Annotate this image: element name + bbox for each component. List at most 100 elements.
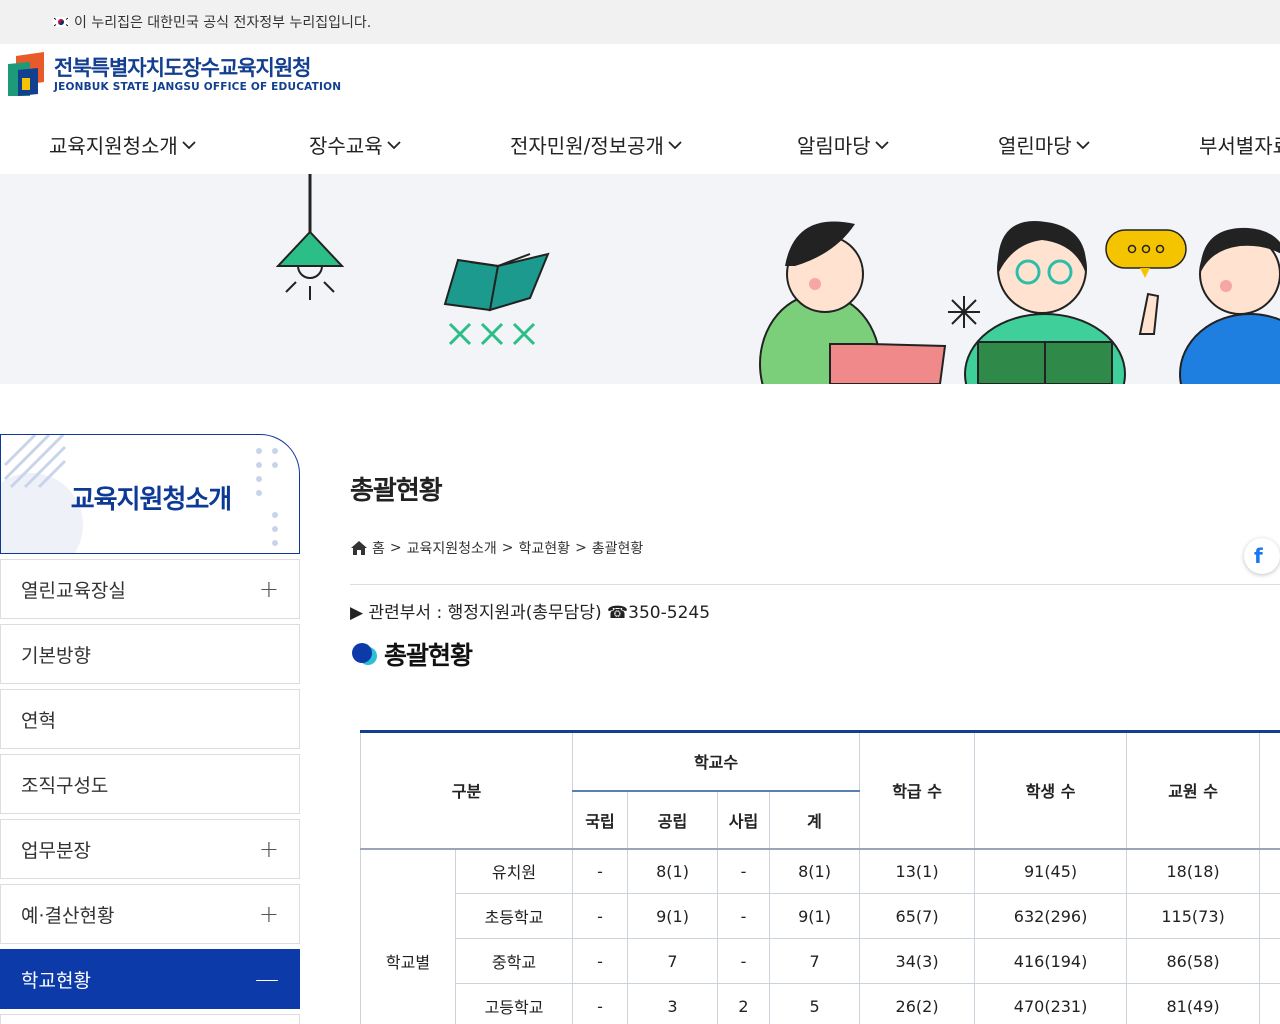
side-nav-header: 교육지원청소개 bbox=[0, 434, 300, 554]
cell-total: 5 bbox=[769, 983, 861, 1024]
cell-type: 초등학교 bbox=[454, 893, 574, 939]
cell-national: - bbox=[572, 938, 629, 984]
table-row: 고등학교 - 3 2 5 26(2) 470(231) 81(49) bbox=[361, 983, 1280, 1024]
gnb-label: 장수교육 bbox=[309, 134, 383, 158]
gnb-item-dept[interactable]: 부서별자료 bbox=[1199, 130, 1280, 159]
cell-national: - bbox=[572, 893, 629, 939]
group-label: 학교별 bbox=[360, 847, 456, 1024]
main-content: 총괄현황 홈 > 교육지원청소개 > 학교현황 > 총괄현황 f ▶ 관련부서 … bbox=[350, 470, 1280, 670]
cell-students: 91(45) bbox=[974, 847, 1128, 894]
side-nav-item-label: 학교현황 bbox=[21, 969, 91, 992]
side-nav-item-label: 업무분장 bbox=[21, 839, 91, 862]
plus-icon: + bbox=[258, 900, 279, 928]
facebook-icon: f bbox=[1254, 544, 1263, 568]
cell-teachers: 115(73) bbox=[1126, 893, 1261, 939]
cell-national: - bbox=[572, 983, 629, 1024]
side-nav-item-duties[interactable]: 업무분장 + bbox=[0, 819, 300, 879]
cell-private: - bbox=[717, 847, 771, 894]
side-nav-item-budget[interactable]: 예·결산현황 + bbox=[0, 884, 300, 944]
gnb-label: 부서별자료 bbox=[1199, 134, 1280, 158]
cell-type: 고등학교 bbox=[454, 983, 574, 1024]
korea-flag-icon bbox=[52, 16, 70, 28]
cell-total: 9(1) bbox=[769, 893, 861, 939]
gnb-label: 전자민원/정보공개 bbox=[510, 134, 664, 158]
plus-icon: + bbox=[258, 575, 279, 603]
header-extra bbox=[1259, 730, 1280, 849]
breadcrumb-level1[interactable]: 교육지원청소개 bbox=[407, 538, 497, 558]
cell-private: - bbox=[717, 893, 771, 939]
side-nav-title: 교육지원청소개 bbox=[70, 485, 232, 515]
cell-national: - bbox=[572, 847, 629, 894]
cell-public: 7 bbox=[627, 938, 719, 984]
header-total: 계 bbox=[769, 789, 861, 849]
main-navigation: 교육지원청소개 장수교육 전자민원/정보공개 알림마당 열린마당 부서별자료 bbox=[0, 118, 1280, 174]
side-nav-item-label: 열린교육장실 bbox=[21, 579, 126, 602]
gnb-item-intro[interactable]: 교육지원청소개 bbox=[49, 130, 196, 159]
related-department: ▶ 관련부서 : 행정지원과(총무담당) ☎350-5245 bbox=[350, 603, 711, 623]
facebook-share-button[interactable]: f bbox=[1244, 538, 1280, 574]
side-nav-item-direction[interactable]: 기본방향 bbox=[0, 624, 300, 684]
cell-private: 2 bbox=[717, 983, 771, 1024]
cell-students: 416(194) bbox=[974, 938, 1128, 984]
cell-teachers: 81(49) bbox=[1126, 983, 1261, 1024]
gnb-label: 교육지원청소개 bbox=[49, 134, 178, 158]
table-row: 학교별 유치원 - 8(1) - 8(1) 13(1) 91(45) 18(18… bbox=[360, 847, 1280, 1024]
gnb-item-notice[interactable]: 알림마당 bbox=[797, 130, 889, 159]
breadcrumb-separator: > bbox=[501, 540, 514, 556]
section-title: 총괄현황 bbox=[350, 636, 473, 672]
hero-illustration bbox=[275, 174, 1280, 384]
gov-notice-bar: 이 누리집은 대한민국 공식 전자정부 누리집입니다. bbox=[0, 0, 1280, 44]
gnb-item-civil[interactable]: 전자민원/정보공개 bbox=[510, 130, 682, 159]
school-status-table: 구분 학교수 학급 수 학생 수 교원 수 국립 공립 사립 계 학교별 유치원… bbox=[360, 730, 1280, 1024]
breadcrumb-separator: > bbox=[575, 540, 587, 556]
section-title-text: 총괄현황 bbox=[384, 641, 473, 670]
side-nav-item-label: 조직구성도 bbox=[21, 774, 109, 797]
cell-public: 9(1) bbox=[627, 893, 719, 939]
table-row: 초등학교 - 9(1) - 9(1) 65(7) 632(296) 115(73… bbox=[361, 893, 1280, 939]
gov-notice-text: 이 누리집은 대한민국 공식 전자정부 누리집입니다. bbox=[74, 15, 372, 31]
side-navigation: 교육지원청소개 열린교육장실 + 기본방향 연혁 조직구성도 업무분장 + 예·결산… bbox=[0, 434, 300, 1024]
header-students: 학생 수 bbox=[974, 730, 1128, 849]
cell-type: 유치원 bbox=[454, 847, 574, 894]
breadcrumb-home[interactable]: 홈 bbox=[372, 538, 385, 558]
site-logo[interactable]: 전북특별자치도장수교육지원청 JEONBUK STATE JANGSU OFFI… bbox=[8, 52, 341, 96]
breadcrumb-level2[interactable]: 학교현황 bbox=[519, 538, 571, 558]
chevron-down-icon bbox=[668, 140, 682, 149]
cell-classes: 13(1) bbox=[859, 847, 976, 894]
side-nav-item-open-office[interactable]: 열린교육장실 + bbox=[0, 559, 300, 619]
cell-students: 632(296) bbox=[974, 893, 1128, 939]
header-schools: 학교수 bbox=[572, 730, 861, 791]
cell-classes: 26(2) bbox=[859, 983, 976, 1024]
header-teachers: 교원 수 bbox=[1126, 730, 1261, 849]
cell-total: 7 bbox=[769, 938, 861, 984]
cell-type: 중학교 bbox=[454, 938, 574, 984]
header-classes: 학급 수 bbox=[859, 730, 976, 849]
cell-public: 3 bbox=[627, 983, 719, 1024]
gnb-item-education[interactable]: 장수교육 bbox=[309, 130, 401, 159]
side-nav-item-organization[interactable]: 조직구성도 bbox=[0, 754, 300, 814]
side-nav-item-history[interactable]: 연혁 bbox=[0, 689, 300, 749]
side-nav-item-schools[interactable]: 학교현황 — bbox=[0, 949, 300, 1009]
breadcrumb-separator: > bbox=[389, 540, 402, 556]
cell-extra bbox=[1259, 983, 1280, 1024]
side-nav-item-label: 연혁 bbox=[21, 709, 56, 732]
plus-icon: + bbox=[258, 835, 279, 863]
gnb-item-open[interactable]: 열린마당 bbox=[998, 130, 1090, 159]
page-title: 총괄현황 bbox=[350, 476, 443, 506]
minus-icon: — bbox=[255, 965, 279, 993]
header-public: 공립 bbox=[627, 789, 719, 849]
header-category: 구분 bbox=[360, 730, 574, 849]
cell-total: 8(1) bbox=[769, 847, 861, 894]
hero-banner bbox=[0, 174, 1280, 384]
chevron-down-icon bbox=[1075, 140, 1090, 149]
gnb-label: 알림마당 bbox=[797, 134, 871, 158]
breadcrumb-current: 총괄현황 bbox=[591, 541, 644, 557]
cell-public: 8(1) bbox=[627, 847, 719, 894]
cell-classes: 34(3) bbox=[859, 938, 976, 984]
cell-private: - bbox=[717, 938, 771, 984]
cell-extra bbox=[1259, 938, 1280, 984]
logo-english: JEONBUK STATE JANGSU OFFICE OF EDUCATION bbox=[54, 81, 342, 93]
side-nav-item-partial[interactable] bbox=[0, 1014, 300, 1024]
chevron-down-icon bbox=[874, 140, 889, 149]
bullet-circle-icon bbox=[352, 643, 377, 665]
